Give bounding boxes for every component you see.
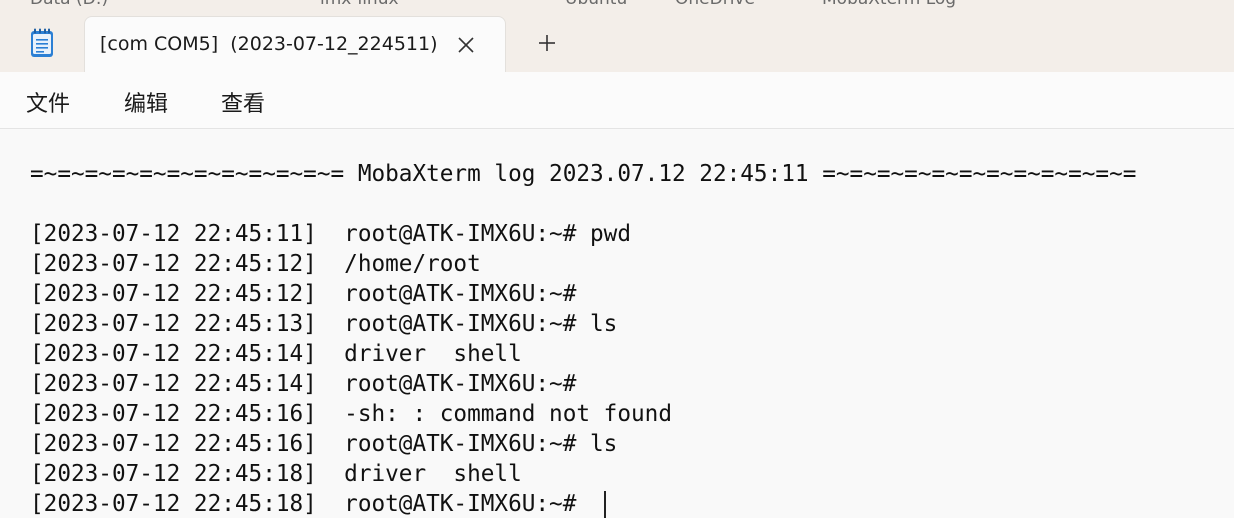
log-line: [2023-07-12 22:45:16] root@ATK-IMX6U:~# …	[30, 431, 618, 457]
log-line: [2023-07-12 22:45:18] root@ATK-IMX6U:~#	[30, 491, 591, 517]
background-tab-label[interactable]: Ubuntu	[565, 0, 627, 8]
background-tab-label[interactable]: imx-linux	[320, 0, 399, 8]
tab-strip: Data (D:) imx-linux Ubuntu OneDrive Moba…	[0, 0, 1234, 72]
log-line: [2023-07-12 22:45:16] -sh: : command not…	[30, 401, 672, 427]
log-line: [2023-07-12 22:45:18] driver shell	[30, 461, 522, 487]
tab-active[interactable]: [com COM5] (2023-07-12_224511)	[84, 16, 506, 72]
text-cursor	[604, 491, 606, 518]
menu-bar: 文件 编辑 查看	[0, 72, 1234, 129]
log-line: [2023-07-12 22:45:12] /home/root	[30, 251, 481, 277]
background-tab-label[interactable]: MobaXterm Log	[822, 0, 956, 8]
log-header-line: =~=~=~=~=~=~=~=~=~=~=~= MobaXterm log 20…	[30, 161, 1137, 187]
background-tab-label[interactable]: Data (D:)	[30, 0, 108, 8]
background-tabs-strip: Data (D:) imx-linux Ubuntu OneDrive Moba…	[0, 0, 1234, 10]
log-line: [2023-07-12 22:45:11] root@ATK-IMX6U:~# …	[30, 221, 631, 247]
notepad-window: Data (D:) imx-linux Ubuntu OneDrive Moba…	[0, 0, 1234, 518]
menu-edit[interactable]: 编辑	[124, 86, 168, 118]
tab-title: [com COM5] (2023-07-12_224511)	[100, 33, 438, 55]
menu-view[interactable]: 查看	[221, 86, 265, 118]
close-icon[interactable]	[455, 34, 477, 56]
notepad-icon	[31, 28, 53, 57]
log-line: [2023-07-12 22:45:14] root@ATK-IMX6U:~#	[30, 371, 577, 397]
log-line: [2023-07-12 22:45:12] root@ATK-IMX6U:~#	[30, 281, 577, 307]
plus-icon[interactable]	[536, 32, 558, 54]
log-line: [2023-07-12 22:45:14] driver shell	[30, 341, 522, 367]
menu-file[interactable]: 文件	[26, 86, 70, 118]
log-line: [2023-07-12 22:45:13] root@ATK-IMX6U:~# …	[30, 311, 618, 337]
background-tab-label[interactable]: OneDrive	[675, 0, 755, 8]
